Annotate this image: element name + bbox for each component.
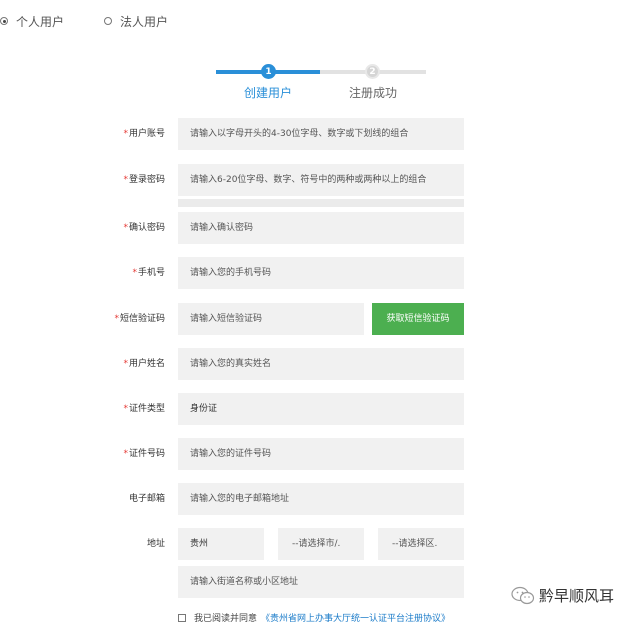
agreement-checkbox[interactable] bbox=[178, 613, 186, 622]
radio-checked-icon[interactable] bbox=[0, 17, 8, 25]
password-strength-bar bbox=[178, 199, 464, 207]
step-2-number: 2 bbox=[365, 64, 380, 79]
radio-label: 个人用户 bbox=[16, 14, 65, 29]
agreement-row: 我已阅读并同意 《贵州省网上办事大厅统一认证平台注册协议》 bbox=[178, 611, 450, 624]
password-input[interactable]: 请输入6-20位字母、数字、符号中的两种或两种以上的组合 bbox=[178, 164, 464, 196]
step-1-label: 创建用户 bbox=[244, 86, 293, 100]
radio-legal-user[interactable]: 法人用户 bbox=[104, 13, 168, 29]
real-name-label: *用户姓名 bbox=[123, 359, 165, 369]
phone-label: *手机号 bbox=[132, 268, 165, 278]
id-type-label: *证件类型 bbox=[123, 404, 165, 414]
wechat-watermark: 黔早顺风耳 bbox=[511, 585, 614, 606]
radio-label: 法人用户 bbox=[120, 14, 169, 29]
username-label: *用户账号 bbox=[123, 129, 165, 139]
step-1-number: 1 bbox=[261, 64, 276, 79]
step-2-label: 注册成功 bbox=[349, 86, 398, 100]
get-sms-code-button[interactable]: 获取短信验证码 bbox=[372, 303, 464, 335]
radio-personal-user[interactable]: 个人用户 bbox=[0, 13, 64, 29]
agreement-text: 我已阅读并同意 bbox=[194, 614, 258, 624]
radio-unchecked-icon[interactable] bbox=[104, 17, 112, 25]
province-select[interactable]: 贵州 bbox=[178, 528, 264, 560]
email-input[interactable]: 请输入您的电子邮箱地址 bbox=[178, 483, 464, 515]
district-select[interactable]: --请选择区. bbox=[378, 528, 464, 560]
address-label: 地址 bbox=[146, 539, 165, 549]
wechat-icon bbox=[511, 586, 535, 604]
sms-code-input[interactable]: 请输入短信验证码 bbox=[178, 303, 364, 335]
email-label: 电子邮箱 bbox=[128, 494, 165, 504]
sms-code-label: *短信验证码 bbox=[114, 314, 165, 324]
agreement-link[interactable]: 《贵州省网上办事大厅统一认证平台注册协议》 bbox=[261, 611, 450, 624]
id-number-label: *证件号码 bbox=[123, 449, 165, 459]
confirm-password-input[interactable]: 请输入确认密码 bbox=[178, 212, 464, 244]
phone-input[interactable]: 请输入您的手机号码 bbox=[178, 257, 464, 289]
city-select[interactable]: --请选择市/. bbox=[278, 528, 364, 560]
confirm-password-label: *确认密码 bbox=[123, 223, 165, 233]
id-type-select[interactable]: 身份证 bbox=[178, 393, 464, 425]
real-name-input[interactable]: 请输入您的真实姓名 bbox=[178, 348, 464, 380]
id-number-input[interactable]: 请输入您的证件号码 bbox=[178, 438, 464, 470]
street-address-input[interactable]: 请输入街道名称或小区地址 bbox=[178, 566, 464, 598]
username-input[interactable]: 请输入以字母开头的4-30位字母、数字或下划线的组合 bbox=[178, 118, 464, 150]
watermark-text: 黔早顺风耳 bbox=[539, 587, 615, 605]
password-label: *登录密码 bbox=[123, 175, 165, 185]
